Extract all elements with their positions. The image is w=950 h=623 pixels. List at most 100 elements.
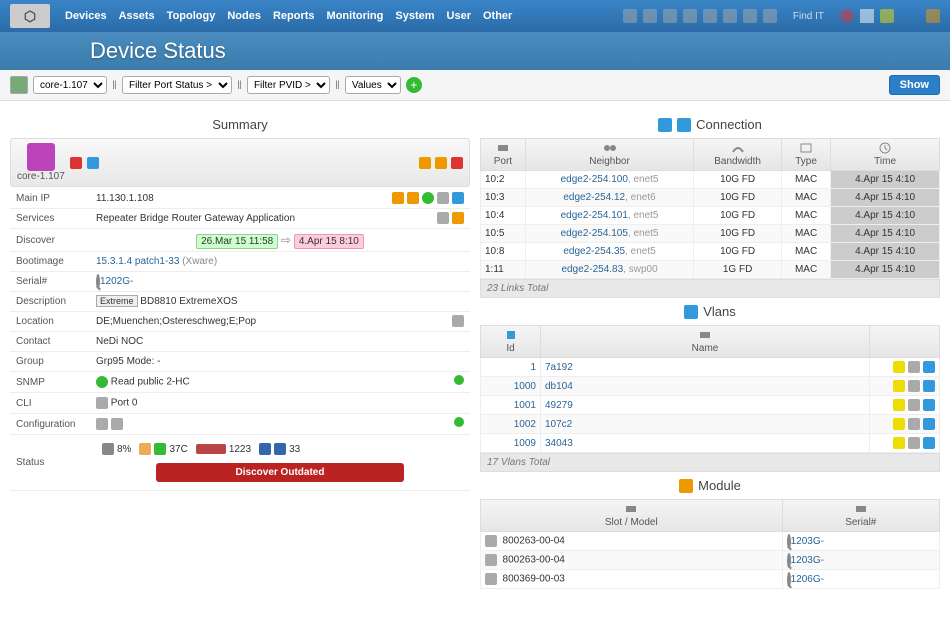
device-icon[interactable] [10, 76, 28, 94]
box-icon[interactable] [437, 212, 449, 224]
action-icon[interactable] [908, 399, 920, 411]
device-select[interactable]: core-1.107 [33, 76, 107, 94]
action-icon[interactable] [923, 361, 935, 373]
neighbor-link[interactable]: edge2-254.105 [561, 228, 628, 239]
search-icon[interactable] [787, 553, 791, 568]
filter-port-status[interactable]: Filter Port Status > [122, 76, 232, 94]
delete-icon[interactable] [451, 157, 463, 169]
col-type[interactable]: Type [781, 139, 830, 171]
neighbor-link[interactable]: edge2-254.83 [561, 264, 623, 275]
toolbar-icon[interactable] [703, 9, 717, 23]
vlan-name-link[interactable]: 34043 [545, 438, 573, 449]
col-serial[interactable]: Serial# [782, 500, 939, 532]
nav-user[interactable]: User [447, 10, 471, 22]
help-icon[interactable] [840, 9, 854, 23]
col-bandwidth[interactable]: Bandwidth [694, 139, 782, 171]
serial-link[interactable]: 1202G- [100, 276, 133, 287]
add-filter-button[interactable]: + [406, 77, 422, 93]
toolbar-icon[interactable] [663, 9, 677, 23]
earth-icon[interactable] [437, 192, 449, 204]
value: 26.Mar 15 11:58 ⇨ 4.Apr 15 8:10 [90, 229, 470, 252]
warning-icon[interactable] [926, 9, 940, 23]
vlan-id-link[interactable]: 1002 [514, 419, 536, 430]
lock-icon[interactable] [435, 157, 447, 169]
edit-icon[interactable] [87, 157, 99, 169]
bw-cell: 10G FD [694, 225, 782, 243]
print-icon[interactable] [860, 9, 874, 23]
action-icon[interactable] [908, 418, 920, 430]
action-icon[interactable] [908, 361, 920, 373]
vlan-name-link[interactable]: 7a192 [545, 362, 573, 373]
nav-nodes[interactable]: Nodes [227, 10, 261, 22]
show-button[interactable]: Show [889, 75, 940, 95]
neighbor-link[interactable]: edge2-254.12 [563, 192, 625, 203]
vlan-name-link[interactable]: 107c2 [545, 419, 572, 430]
toolbar-icon[interactable] [643, 9, 657, 23]
col-id[interactable]: Id [481, 326, 541, 358]
vlan-id-link[interactable]: 1 [530, 362, 536, 373]
tool-icon[interactable] [658, 118, 672, 132]
action-icon[interactable] [923, 380, 935, 392]
nav-devices[interactable]: Devices [65, 10, 107, 22]
search-icon[interactable] [787, 534, 791, 549]
vlan-name-link[interactable]: db104 [545, 381, 573, 392]
col-name[interactable]: Name [541, 326, 870, 358]
bootimage-link[interactable]: 15.3.1.4 patch1-33 [96, 256, 179, 267]
action-icon[interactable] [893, 380, 905, 392]
action-icon[interactable] [908, 380, 920, 392]
nav-monitoring[interactable]: Monitoring [327, 10, 384, 22]
bw-cell: 1G FD [694, 261, 782, 279]
serial-link[interactable]: 1203G- [791, 555, 824, 566]
time-cell: 4.Apr 15 4:10 [831, 243, 940, 261]
logo-icon[interactable]: ⬡ [10, 4, 50, 28]
globe-icon[interactable] [422, 192, 434, 204]
vlan-id-link[interactable]: 1001 [514, 400, 536, 411]
cfg-icon[interactable] [111, 418, 123, 430]
link-icon[interactable] [452, 192, 464, 204]
neighbor-link[interactable]: edge2-254.35 [563, 246, 625, 257]
port-cell: 10:3 [481, 189, 526, 207]
neighbor-link[interactable]: edge2-254.100 [561, 174, 628, 185]
search-icon[interactable] [787, 572, 791, 587]
nav-topology[interactable]: Topology [167, 10, 216, 22]
action-icon[interactable] [70, 157, 82, 169]
vlan-name-link[interactable]: 49279 [545, 400, 573, 411]
nav-reports[interactable]: Reports [273, 10, 315, 22]
shield-icon[interactable] [407, 192, 419, 204]
action-icon[interactable] [893, 437, 905, 449]
nav-assets[interactable]: Assets [119, 10, 155, 22]
lock-icon[interactable] [392, 192, 404, 204]
filter-pvid[interactable]: Filter PVID > [247, 76, 330, 94]
nav-system[interactable]: System [395, 10, 434, 22]
action-icon[interactable] [893, 418, 905, 430]
vlan-id-link[interactable]: 1000 [514, 381, 536, 392]
toolbar-icon[interactable] [743, 9, 757, 23]
toolbar-icon[interactable] [723, 9, 737, 23]
cfg-icon[interactable] [96, 418, 108, 430]
action-icon[interactable] [893, 399, 905, 411]
search-icon[interactable] [96, 274, 100, 289]
toolbar-icon[interactable] [763, 9, 777, 23]
action-icon[interactable] [908, 437, 920, 449]
ruler-icon[interactable] [419, 157, 431, 169]
toolbar-icon[interactable] [623, 9, 637, 23]
action-icon[interactable] [923, 399, 935, 411]
filter-values[interactable]: Values [345, 76, 401, 94]
nav-other[interactable]: Other [483, 10, 512, 22]
col-slot[interactable]: Slot / Model [481, 500, 783, 532]
action-icon[interactable] [923, 437, 935, 449]
vlan-id-link[interactable]: 1009 [514, 438, 536, 449]
find-it-link[interactable]: Find IT [793, 11, 824, 22]
map-icon[interactable] [452, 315, 464, 327]
neighbor-link[interactable]: edge2-254.101 [561, 210, 628, 221]
col-time[interactable]: Time [831, 139, 940, 171]
col-port[interactable]: Port [481, 139, 526, 171]
action-icon[interactable] [923, 418, 935, 430]
col-neighbor[interactable]: Neighbor [525, 139, 693, 171]
toolbar-icon[interactable] [683, 9, 697, 23]
action-icon[interactable] [893, 361, 905, 373]
serial-link[interactable]: 1203G- [791, 536, 824, 547]
serial-link[interactable]: 1206G- [791, 574, 824, 585]
folder-icon[interactable] [880, 9, 894, 23]
briefcase-icon[interactable] [452, 212, 464, 224]
